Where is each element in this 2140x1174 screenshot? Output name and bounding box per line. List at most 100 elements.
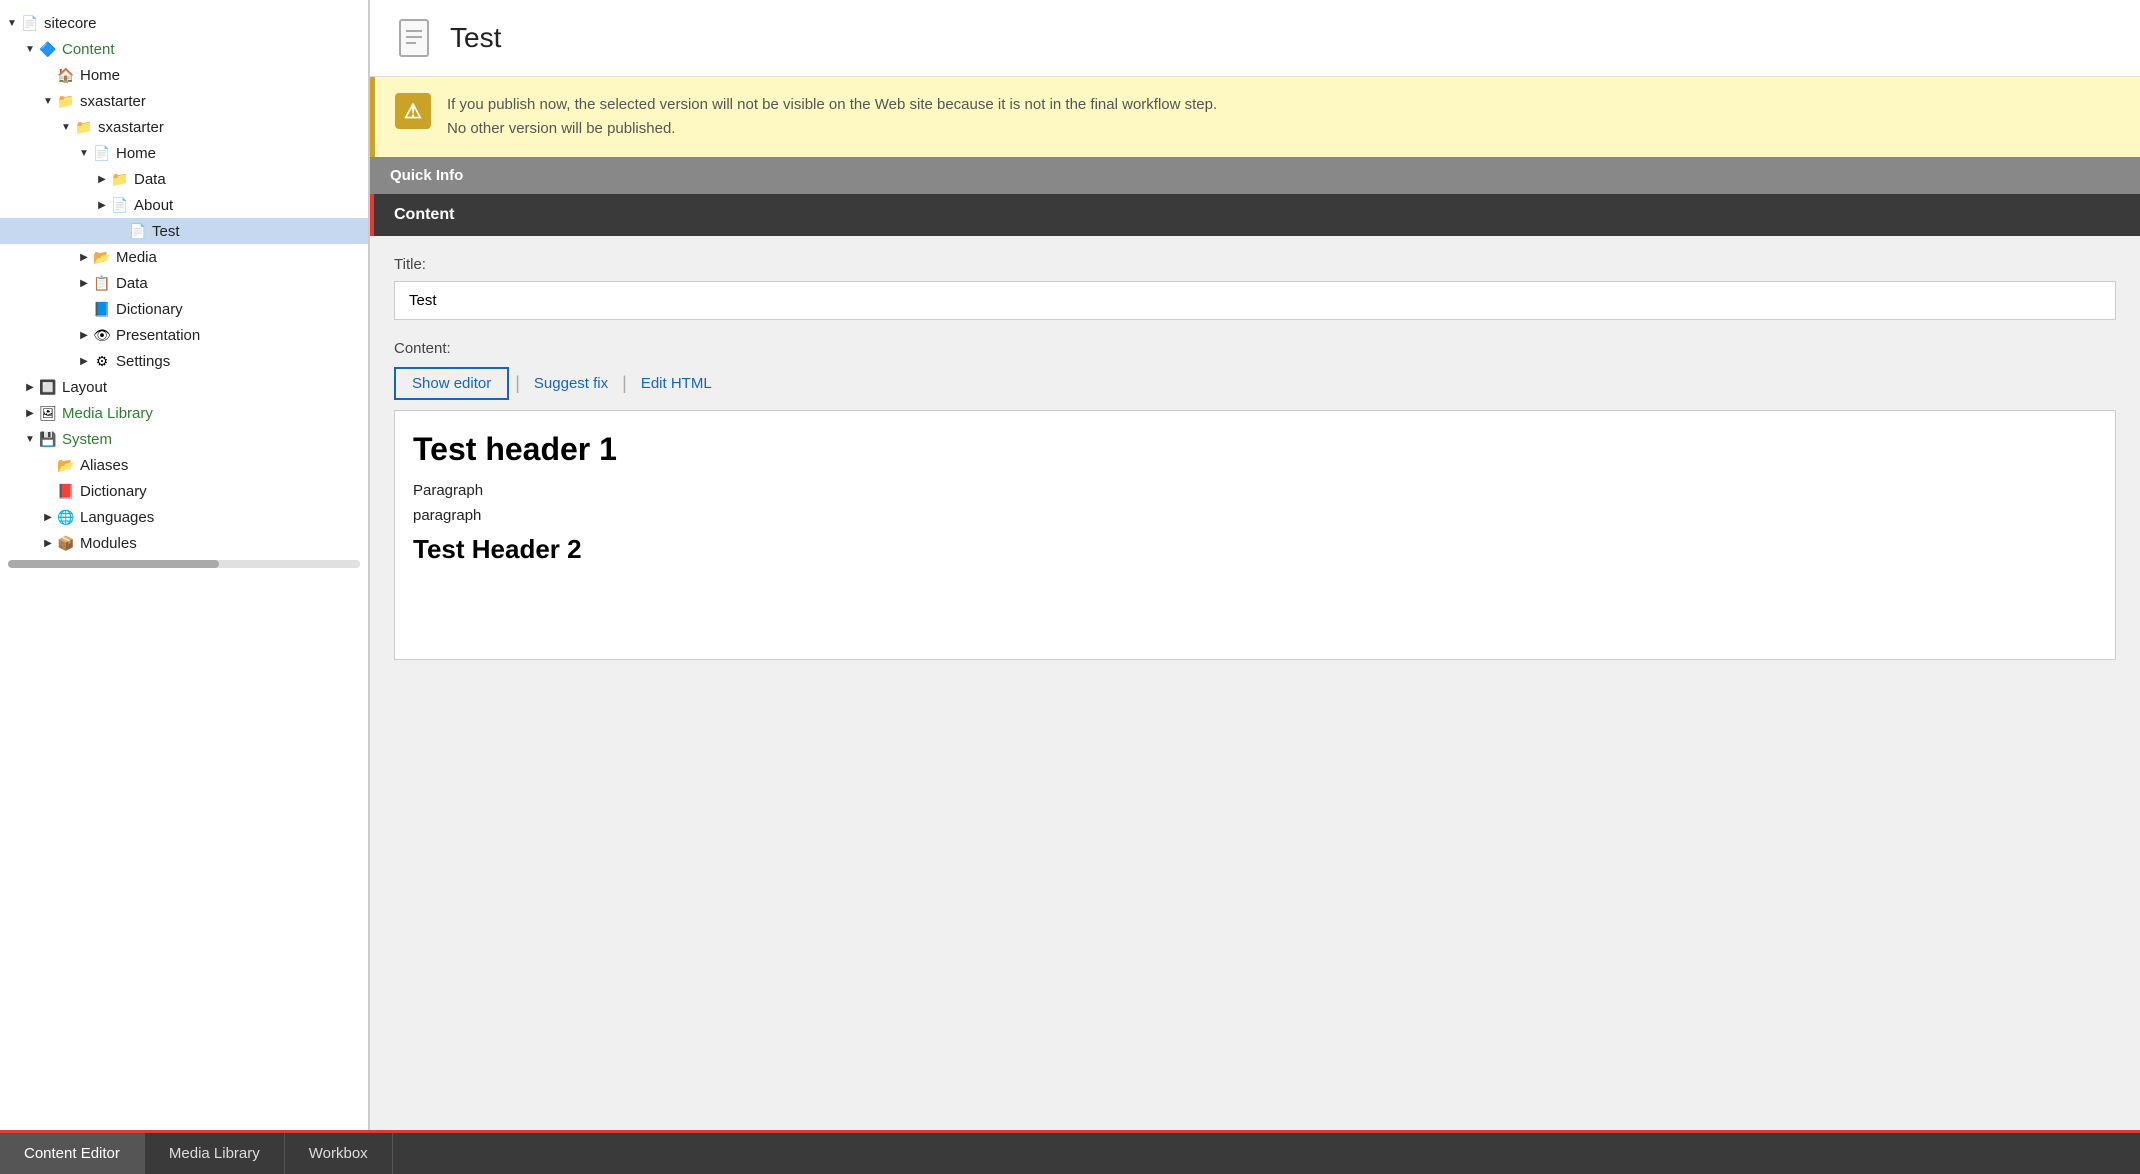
warning-icon: ⚠ — [395, 93, 431, 129]
tree-icon-settings: ⚙ — [92, 351, 112, 371]
tree-label-sitecore: sitecore — [44, 15, 97, 32]
tree-arrow-presentation — [76, 327, 92, 343]
tree-arrow-sxastarter2 — [58, 119, 74, 135]
tree-icon-about: 📄 — [110, 195, 130, 215]
tree-icon-dictionary1: 📘 — [92, 299, 112, 319]
edit-html-button[interactable]: Edit HTML — [633, 369, 720, 398]
form-area: Title: Content: Show editor | Suggest fi… — [370, 236, 2140, 1130]
tree-label-languages: Languages — [80, 509, 154, 526]
tree-icon-sitecore: 📄 — [20, 13, 40, 33]
tree-label-home2: Home — [116, 145, 156, 162]
tree-icon-sxastarter2: 📁 — [74, 117, 94, 137]
tree-arrow-data2 — [76, 275, 92, 291]
tree-item-layout[interactable]: 🔲Layout — [0, 374, 368, 400]
tree-item-sxastarter1[interactable]: 📁sxastarter — [0, 88, 368, 114]
tree-label-media_library: Media Library — [62, 405, 153, 422]
bottom-tab-workbox[interactable]: Workbox — [285, 1133, 393, 1174]
scrollbar[interactable] — [8, 560, 360, 568]
tree-icon-content: 🔷 — [38, 39, 58, 59]
content-editor-box[interactable]: Test header 1 Paragraph paragraph Test H… — [394, 410, 2116, 660]
tree-label-dictionary2: Dictionary — [80, 483, 147, 500]
separator-1: | — [515, 373, 520, 394]
tree-icon-layout: 🔲 — [38, 377, 58, 397]
tree-label-home1: Home — [80, 67, 120, 84]
tree-arrow-home2 — [76, 145, 92, 161]
tree-item-data2[interactable]: 📋Data — [0, 270, 368, 296]
quick-info-section[interactable]: Quick Info — [370, 157, 2140, 194]
tree-arrow-system — [22, 431, 38, 447]
sidebar: 📄sitecore🔷Content🏠Home📁sxastarter📁sxasta… — [0, 0, 370, 1130]
tree-label-media1: Media — [116, 249, 157, 266]
tree-icon-presentation: 👁 — [92, 325, 112, 345]
tree-item-home1[interactable]: 🏠Home — [0, 62, 368, 88]
tree-label-system: System — [62, 431, 112, 448]
tree-item-dictionary2[interactable]: 📕Dictionary — [0, 478, 368, 504]
tree-icon-home1: 🏠 — [56, 65, 76, 85]
tree-icon-modules: 📦 — [56, 533, 76, 553]
tree-label-aliases: Aliases — [80, 457, 128, 474]
tree-arrow-content — [22, 41, 38, 57]
tree-item-languages[interactable]: 🌐Languages — [0, 504, 368, 530]
tree-icon-data1: 📁 — [110, 169, 130, 189]
tree-icon-dictionary2: 📕 — [56, 481, 76, 501]
suggest-fix-button[interactable]: Suggest fix — [526, 369, 616, 398]
tree-item-sxastarter2[interactable]: 📁sxastarter — [0, 114, 368, 140]
editor-para2: paragraph — [413, 507, 2097, 524]
tree-item-sitecore[interactable]: 📄sitecore — [0, 10, 368, 36]
tree-item-aliases[interactable]: 📂Aliases — [0, 452, 368, 478]
tree-label-modules: Modules — [80, 535, 137, 552]
tree-item-about[interactable]: 📄About — [0, 192, 368, 218]
editor-header2: Test Header 2 — [413, 534, 2097, 565]
tree-item-modules[interactable]: 📦Modules — [0, 530, 368, 556]
tree-label-content: Content — [62, 41, 115, 58]
tree-item-dictionary1[interactable]: 📘Dictionary — [0, 296, 368, 322]
tree-label-data1: Data — [134, 171, 166, 188]
tree-item-test[interactable]: 📄Test — [0, 218, 368, 244]
tree-label-layout: Layout — [62, 379, 107, 396]
tree-label-settings: Settings — [116, 353, 170, 370]
tree-item-settings[interactable]: ⚙Settings — [0, 348, 368, 374]
editor-para1: Paragraph — [413, 482, 2097, 499]
tree-arrow-about — [94, 197, 110, 213]
tree-label-presentation: Presentation — [116, 327, 200, 344]
warning-banner: ⚠ If you publish now, the selected versi… — [370, 77, 2140, 157]
tree-arrow-media_library — [22, 405, 38, 421]
content-panel: Test ⚠ If you publish now, the selected … — [370, 0, 2140, 1130]
tree-icon-media_library: 🖼 — [38, 403, 58, 423]
tree-label-data2: Data — [116, 275, 148, 292]
tree-item-media_library[interactable]: 🖼Media Library — [0, 400, 368, 426]
tree-item-media1[interactable]: 📂Media — [0, 244, 368, 270]
page-icon — [394, 18, 434, 58]
bottom-tabs: Content EditorMedia LibraryWorkbox — [0, 1130, 2140, 1174]
tree-item-data1[interactable]: 📁Data — [0, 166, 368, 192]
show-editor-button[interactable]: Show editor — [394, 367, 509, 400]
content-label: Content: — [394, 340, 2116, 357]
bottom-tab-media-library[interactable]: Media Library — [145, 1133, 285, 1174]
editor-actions: Show editor | Suggest fix | Edit HTML — [394, 367, 2116, 400]
page-title-bar: Test — [370, 0, 2140, 77]
tree-label-test: Test — [152, 223, 180, 240]
tree-arrow-data1 — [94, 171, 110, 187]
tree-arrow-modules — [40, 535, 56, 551]
tree-arrow-settings — [76, 353, 92, 369]
tree-label-about: About — [134, 197, 173, 214]
tree-arrow-sxastarter1 — [40, 93, 56, 109]
tree-item-presentation[interactable]: 👁Presentation — [0, 322, 368, 348]
tree-icon-languages: 🌐 — [56, 507, 76, 527]
tree-label-sxastarter2: sxastarter — [98, 119, 164, 136]
tree-item-home2[interactable]: 📄Home — [0, 140, 368, 166]
separator-2: | — [622, 373, 627, 394]
tree-icon-home2: 📄 — [92, 143, 112, 163]
tree-item-system[interactable]: 💾System — [0, 426, 368, 452]
tree-item-content[interactable]: 🔷Content — [0, 36, 368, 62]
editor-header1: Test header 1 — [413, 431, 2097, 468]
title-label: Title: — [394, 256, 2116, 273]
tree-icon-test: 📄 — [128, 221, 148, 241]
tree-label-sxastarter1: sxastarter — [80, 93, 146, 110]
title-input[interactable] — [394, 281, 2116, 320]
bottom-tab-content-editor[interactable]: Content Editor — [0, 1133, 145, 1174]
warning-text: If you publish now, the selected version… — [447, 93, 1217, 141]
tree-arrow-layout — [22, 379, 38, 395]
tree-icon-aliases: 📂 — [56, 455, 76, 475]
content-section-header: Content — [370, 194, 2140, 236]
